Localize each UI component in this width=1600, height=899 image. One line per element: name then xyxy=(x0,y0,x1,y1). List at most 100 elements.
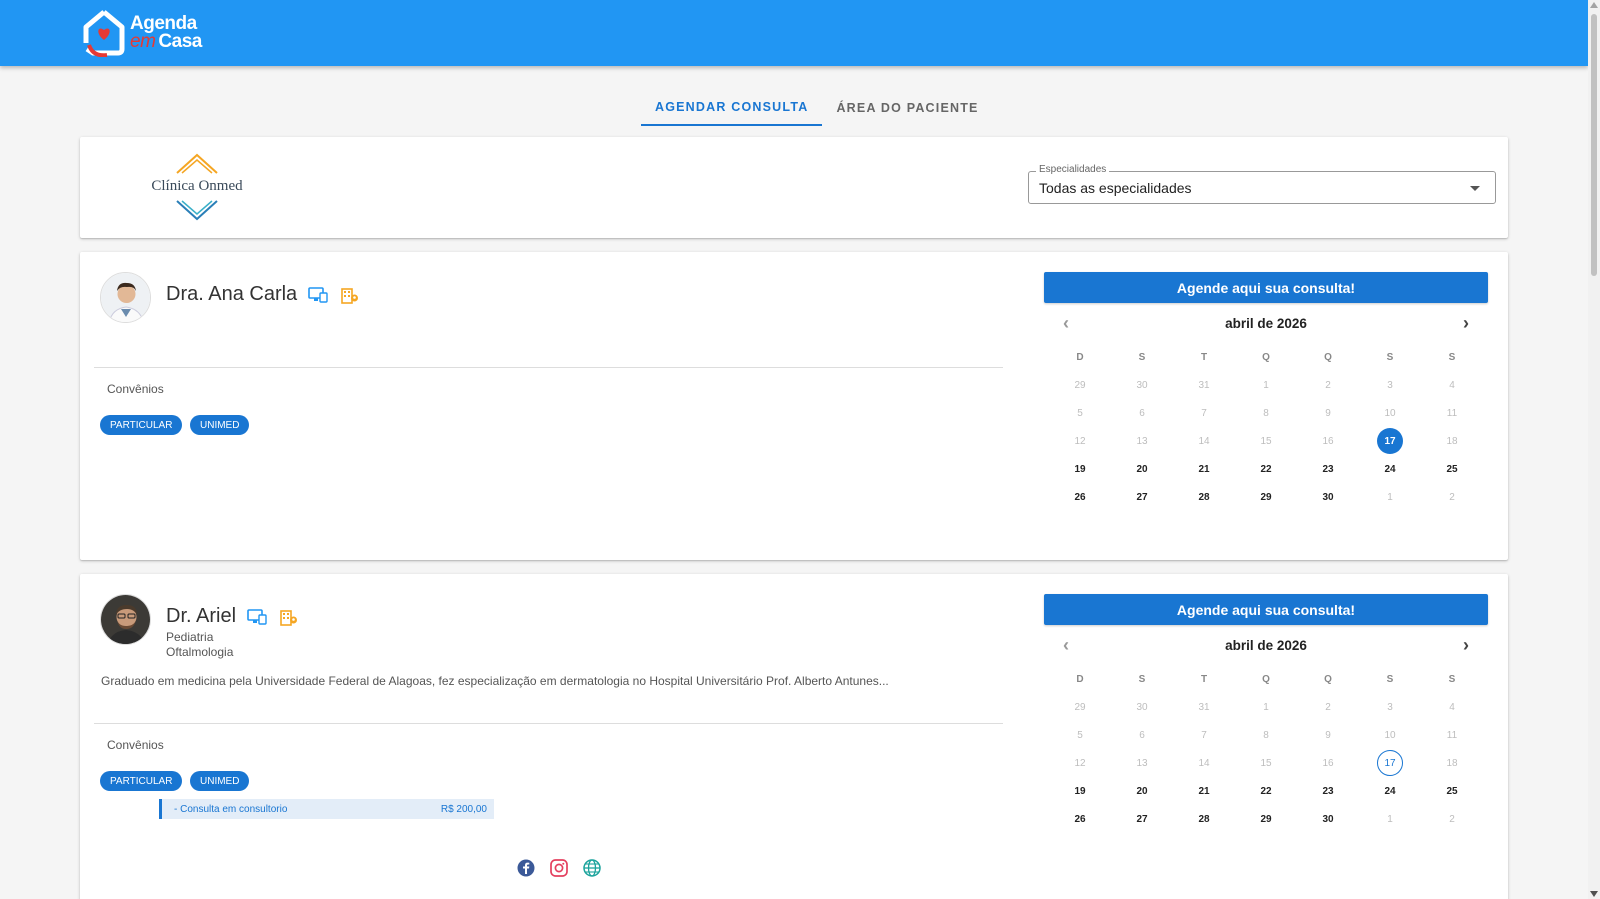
page-scrollbar[interactable] xyxy=(1588,0,1600,899)
calendar-next-month-icon[interactable]: › xyxy=(1454,633,1478,657)
scroll-up-arrow-icon[interactable] xyxy=(1590,2,1598,8)
calendar-day: 13 xyxy=(1111,749,1173,777)
calendar-day: 11 xyxy=(1421,721,1483,749)
agenda-em-casa-logo[interactable]: Agenda em Casa xyxy=(83,8,202,58)
book-appointment-button[interactable]: Agende aqui sua consulta! xyxy=(1044,272,1488,303)
calendar-day[interactable]: 17 xyxy=(1359,427,1421,455)
presencial-building-icon xyxy=(280,609,298,626)
calendar-day-number: 4 xyxy=(1449,379,1455,391)
calendar-weekday: Q xyxy=(1324,351,1332,363)
convenio-chip[interactable]: UNIMED xyxy=(190,771,250,791)
price-item-value: R$ 200,00 xyxy=(440,803,487,815)
calendar-day[interactable]: 21 xyxy=(1173,777,1235,805)
calendar-day-number: 22 xyxy=(1260,785,1272,797)
calendar-day[interactable]: 30 xyxy=(1297,805,1359,833)
calendar-day-number: 21 xyxy=(1198,463,1210,475)
calendar-day: 5 xyxy=(1049,399,1111,427)
calendar-weekday: S xyxy=(1448,351,1456,363)
calendar-prev-month-icon[interactable]: ‹ xyxy=(1054,633,1078,657)
calendar-next-month-icon[interactable]: › xyxy=(1454,311,1478,335)
calendar-day-number: 15 xyxy=(1260,435,1272,447)
calendar-day[interactable]: 20 xyxy=(1111,455,1173,483)
calendar-day[interactable]: 29 xyxy=(1235,483,1297,511)
calendar-day: 31 xyxy=(1173,693,1235,721)
calendar-day-number: 29 xyxy=(1074,701,1086,713)
scrollbar-thumb[interactable] xyxy=(1591,14,1597,276)
calendar-day-number: 31 xyxy=(1198,379,1210,391)
calendar-day-number: 5 xyxy=(1077,729,1083,741)
doctor-description: Graduado em medicina pela Universidade F… xyxy=(101,674,889,688)
instagram-icon[interactable] xyxy=(550,859,568,877)
calendar-day-number: 30 xyxy=(1136,379,1148,391)
calendar-day-number: 30 xyxy=(1322,491,1334,503)
facebook-icon[interactable] xyxy=(517,859,535,877)
calendar-day[interactable]: 19 xyxy=(1049,777,1111,805)
calendar-day-number: 28 xyxy=(1198,813,1210,825)
calendar-day[interactable]: 28 xyxy=(1173,805,1235,833)
calendar: Agende aqui sua consulta! ‹ abril de 202… xyxy=(1044,594,1488,833)
calendar-prev-month-icon[interactable]: ‹ xyxy=(1054,311,1078,335)
calendar-day[interactable]: 24 xyxy=(1359,777,1421,805)
calendar-day-number: 13 xyxy=(1136,435,1148,447)
calendar-day-number: 7 xyxy=(1201,407,1207,419)
calendar-day[interactable]: 22 xyxy=(1235,455,1297,483)
calendar-day[interactable]: 19 xyxy=(1049,455,1111,483)
calendar-day[interactable]: 26 xyxy=(1049,805,1111,833)
calendar-day[interactable]: 26 xyxy=(1049,483,1111,511)
calendar-day: 30 xyxy=(1111,371,1173,399)
website-icon[interactable] xyxy=(583,859,601,877)
calendar-day[interactable]: 27 xyxy=(1111,805,1173,833)
calendar-day-number: 6 xyxy=(1139,407,1145,419)
calendar-day-number: 29 xyxy=(1260,491,1272,503)
book-appointment-button[interactable]: Agende aqui sua consulta! xyxy=(1044,594,1488,625)
calendar-day: 3 xyxy=(1359,693,1421,721)
convenio-chip[interactable]: PARTICULAR xyxy=(100,415,183,435)
calendar-day: 29 xyxy=(1049,371,1111,399)
calendar-day-number: 10 xyxy=(1384,729,1396,741)
calendar-day: 6 xyxy=(1111,399,1173,427)
calendar-day-number: 9 xyxy=(1325,729,1331,741)
doctor-specialty: Pediatria xyxy=(166,630,214,644)
calendar-day[interactable]: 22 xyxy=(1235,777,1297,805)
calendar-day[interactable]: 28 xyxy=(1173,483,1235,511)
calendar-day-number: 26 xyxy=(1074,491,1086,503)
calendar-day-number: 20 xyxy=(1136,785,1148,797)
calendar-grid: D S T Q Q S S 29 30 31 1 2 3 4 5 6 7 8 9 10 11 12 13 14 15 16 17 18… xyxy=(1044,343,1488,511)
price-item-label: - Consulta em consultorio xyxy=(174,803,288,815)
calendar-day[interactable]: 17 xyxy=(1359,749,1421,777)
calendar-weekday: S xyxy=(1386,351,1394,363)
calendar-day[interactable]: 23 xyxy=(1297,777,1359,805)
convenio-chip[interactable]: UNIMED xyxy=(190,415,250,435)
calendar-day: 1 xyxy=(1359,805,1421,833)
calendar-day-number: 18 xyxy=(1446,757,1458,769)
calendar-day-number: 23 xyxy=(1322,785,1334,797)
calendar-day-number: 11 xyxy=(1446,729,1458,741)
calendar-day[interactable]: 25 xyxy=(1421,777,1483,805)
calendar-day[interactable]: 23 xyxy=(1297,455,1359,483)
doctor-specialty: Oftalmologia xyxy=(166,645,234,659)
calendar-day-number: 8 xyxy=(1263,729,1269,741)
calendar-day[interactable]: 24 xyxy=(1359,455,1421,483)
clinic-logo-name: Clínica Onmed xyxy=(151,178,243,194)
main-tabs: Agendar consulta Área do paciente xyxy=(641,90,993,126)
specialties-select[interactable]: Especialidades Todas as especialidades xyxy=(1028,164,1496,204)
calendar-day[interactable]: 25 xyxy=(1421,455,1483,483)
calendar-day[interactable]: 30 xyxy=(1297,483,1359,511)
calendar-day: 1 xyxy=(1235,693,1297,721)
scroll-down-arrow-icon[interactable] xyxy=(1590,891,1598,897)
doctor-photo-icon xyxy=(101,595,150,644)
calendar-day[interactable]: 27 xyxy=(1111,483,1173,511)
convenio-chip[interactable]: PARTICULAR xyxy=(100,771,183,791)
calendar-day[interactable]: 20 xyxy=(1111,777,1173,805)
calendar-month-title: abril de 2026 xyxy=(1225,315,1307,331)
tab-area-do-paciente[interactable]: Área do paciente xyxy=(822,90,992,126)
calendar-day[interactable]: 21 xyxy=(1173,455,1235,483)
calendar-day-number: 22 xyxy=(1260,463,1272,475)
house-heart-logo-icon xyxy=(83,10,125,57)
calendar-day-number: 24 xyxy=(1384,463,1396,475)
tab-agendar-consulta[interactable]: Agendar consulta xyxy=(641,90,823,126)
section-divider xyxy=(94,367,1003,368)
calendar-weekday: T xyxy=(1200,673,1208,685)
calendar-day[interactable]: 29 xyxy=(1235,805,1297,833)
calendar-day: 7 xyxy=(1173,399,1235,427)
